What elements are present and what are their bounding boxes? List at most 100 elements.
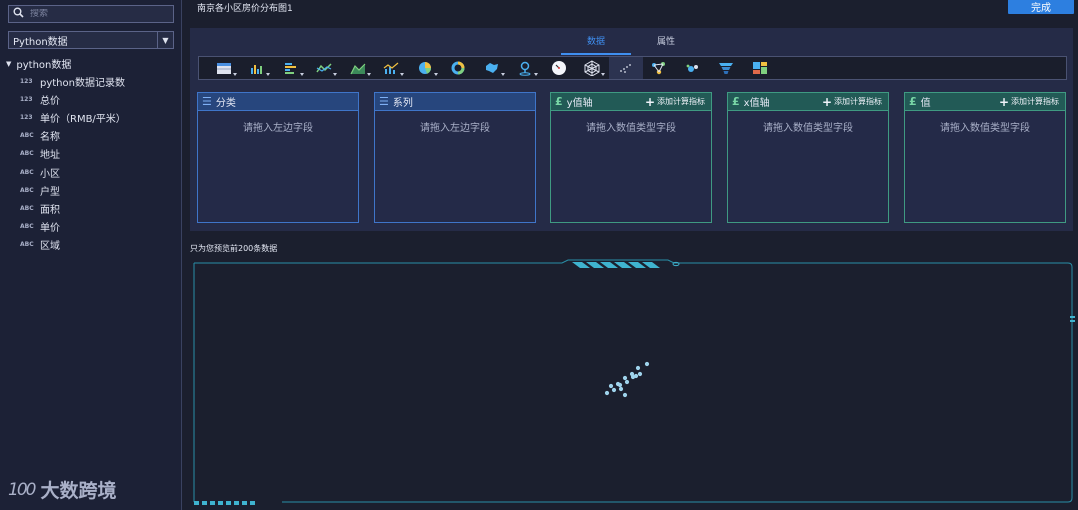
chart-config-panel: 数据 属性 ☰ 分类 请拖入左边字段 ☰ 系列 请拖入左边字段 £ y值轴 + 添加计算指标 请拖入数… [190,28,1073,231]
add-metric-button[interactable]: + 添加计算指标 [822,95,882,109]
pie-chart-icon[interactable] [408,57,442,79]
donut-chart-icon[interactable] [442,57,476,79]
dropzone-header: ☰ 系列 [375,93,535,111]
dropzone[interactable]: £ 值 + 添加计算指标 请拖入数值类型字段 [904,92,1066,223]
scatter-point [615,381,621,387]
combo-chart-icon[interactable] [375,57,409,79]
scatter-point [608,383,614,389]
dataset-select[interactable]: Python数据 ▼ [8,31,174,49]
text-type-icon: ABC [20,186,34,194]
field-list: 123 python数据记录数 123 总价 123 单价（RMB/平米） ABC 名称 ABC… [20,72,126,254]
table-icon[interactable] [207,57,241,79]
add-metric-button[interactable]: + 添加计算指标 [999,95,1059,109]
field-label: 总价 [40,95,60,107]
logo-text: 大数跨境 [40,480,117,502]
map-icon[interactable] [475,57,509,79]
field-label: 户型 [40,186,60,198]
dropzone[interactable]: ☰ 系列请拖入左边字段 [374,92,536,223]
field-item[interactable]: ABC 户型 [20,181,126,199]
top-bar: 南京各小区房价分布图1 完成 [183,0,1078,24]
dropzone-hint: 请拖入左边字段 [420,123,490,134]
dropzone-hint: 请拖入数值类型字段 [940,123,1030,134]
field-item[interactable]: ABC 面积 [20,199,126,217]
field-label: 小区 [40,168,60,180]
scatter-point [604,390,610,396]
search-box[interactable] [8,5,174,23]
add-metric-label: 添加计算指标 [834,97,882,106]
field-item[interactable]: ABC 名称 [20,127,126,145]
scatter-thumbnail [604,361,650,398]
list-icon: ☰ [379,95,389,108]
dropzone-hint: 请拖入数值类型字段 [763,123,853,134]
tree-root-label: python数据 [16,60,72,71]
field-label: 区域 [40,241,60,253]
preview-note: 只为您预览前200条数据 [190,244,278,253]
dataset-select-value: Python数据 [13,36,68,48]
search-input[interactable] [30,9,160,19]
chevron-down-icon[interactable]: ▼ [157,32,173,48]
text-type-icon: ABC [20,132,34,140]
dropzone-header: £ y值轴 + 添加计算指标 [551,93,711,111]
field-label: 面积 [40,204,60,216]
tab-properties[interactable]: 属性 [631,34,701,55]
radar-chart-icon[interactable] [576,57,610,79]
dropzone-label: 分类 [215,98,236,109]
scatter-point [633,373,639,379]
text-type-icon: ABC [20,150,34,158]
line-chart-icon[interactable] [308,57,342,79]
field-item[interactable]: 123 python数据记录数 [20,72,126,90]
search-icon [13,7,24,21]
horizontal-bar-icon[interactable] [274,57,308,79]
scatter-point [622,392,628,398]
field-label: 单价（RMB/平米） [40,113,126,125]
dropzone[interactable]: ☰ 分类请拖入左边字段 [197,92,359,223]
plus-icon: + [998,94,1009,109]
dropzone-label: y值轴 [566,98,593,109]
sidebar: Python数据 ▼ ▼ python数据 123 python数据记录数 123 总… [0,0,182,510]
dropzone[interactable]: £ y值轴 + 添加计算指标 请拖入数值类型字段 [550,92,712,223]
field-item[interactable]: ABC 小区 [20,163,126,181]
add-metric-button[interactable]: + 添加计算指标 [645,95,705,109]
relation-graph-icon[interactable] [643,57,677,79]
dropzone-header: ☰ 分类 [198,93,358,111]
scatter-point [629,371,635,377]
area-chart-icon[interactable] [341,57,375,79]
caret-down-icon[interactable]: ▼ [6,60,11,68]
chart-type-toolbar [198,56,1067,80]
dropzone-hint: 请拖入数值类型字段 [586,123,676,134]
scatter-chart-icon[interactable] [609,57,643,79]
field-item[interactable]: ABC 区域 [20,236,126,254]
add-metric-label: 添加计算指标 [1011,97,1059,106]
scatter-point [611,387,617,393]
text-type-icon: ABC [20,168,34,176]
gauge-icon[interactable] [542,57,576,79]
funnel-chart-icon[interactable] [710,57,744,79]
scatter-point [618,386,624,392]
tab-data[interactable]: 数据 [561,34,631,55]
field-item[interactable]: ABC 地址 [20,145,126,163]
numeric-type-icon: 123 [20,95,33,103]
field-item[interactable]: 123 单价（RMB/平米） [20,108,126,126]
location-map-icon[interactable] [509,57,543,79]
dropzone-header: £ x值轴 + 添加计算指标 [728,93,888,111]
plus-icon: + [821,94,832,109]
field-label: 名称 [40,132,60,144]
text-type-icon: ABC [20,223,34,231]
measure-icon: £ [909,95,917,108]
treemap-icon[interactable] [743,57,777,79]
scatter-point [624,379,630,385]
field-label: python数据记录数 [40,77,125,89]
field-item[interactable]: ABC 单价 [20,218,126,236]
measure-icon: £ [732,95,740,108]
numeric-type-icon: 123 [20,113,33,121]
dropzone-hint: 请拖入左边字段 [243,123,313,134]
add-metric-label: 添加计算指标 [657,97,705,106]
field-label: 地址 [40,150,60,162]
bar-chart-icon[interactable] [241,57,275,79]
field-item[interactable]: 123 总价 [20,90,126,108]
done-button[interactable]: 完成 [1008,0,1074,14]
bubble-chart-icon[interactable] [676,57,710,79]
dropzone[interactable]: £ x值轴 + 添加计算指标请拖入数值类型字段 [727,92,889,223]
config-tabs: 数据 属性 [561,34,701,55]
tree-root[interactable]: ▼ python数据 [6,56,72,72]
